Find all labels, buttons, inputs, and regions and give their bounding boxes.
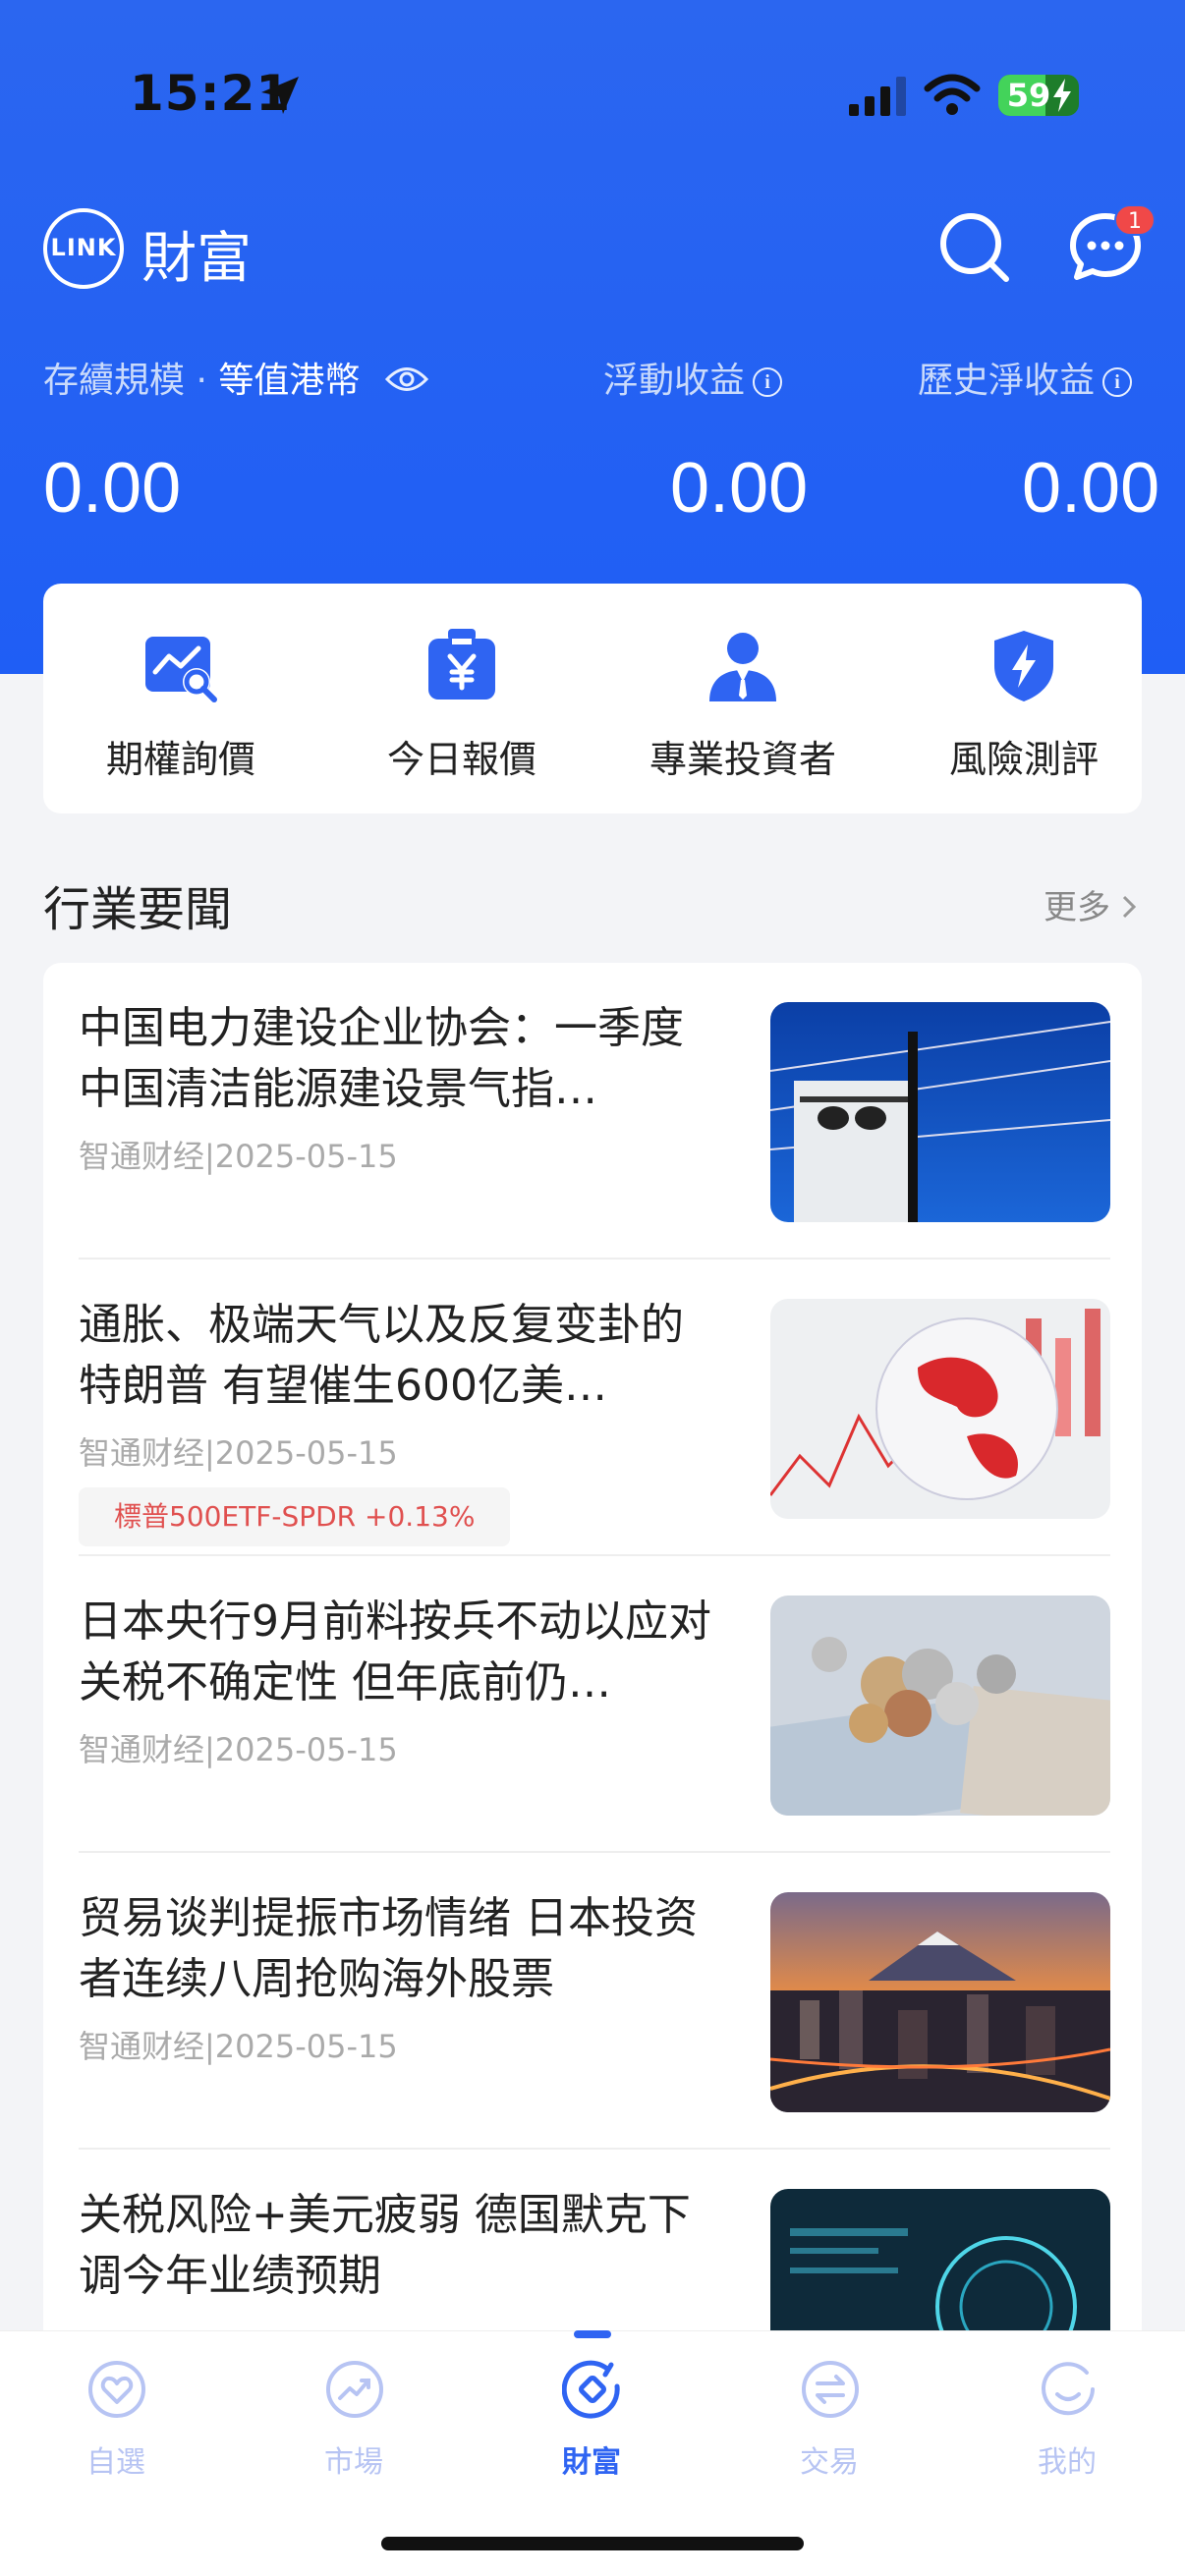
news-item[interactable]: 中国电力建设企业协会：一季度中国清洁能源建设景气指… 智通财经|2025-05-… — [79, 963, 1142, 1260]
brand-logo: LINK — [43, 208, 124, 289]
news-section-title: 行業要聞 — [43, 882, 233, 937]
charging-bolt-icon — [1053, 79, 1071, 112]
floating-pnl-label: 浮動收益 i — [603, 352, 783, 403]
globe-chart-image — [770, 1299, 1110, 1519]
yen-coins-image — [770, 1596, 1110, 1816]
news-list: 中国电力建设企业协会：一季度中国清洁能源建设景气指… 智通财经|2025-05-… — [43, 963, 1142, 2338]
home-indicator — [381, 2537, 804, 2550]
battery-percent: 59 — [1006, 77, 1051, 114]
news-item[interactable]: 关税风险+美元疲弱 德国默克下调今年业绩预期 — [79, 2150, 1142, 2338]
person-icon — [709, 633, 776, 701]
tech-interface-image — [770, 2189, 1110, 2338]
scale-label: 存續規模 · 等值港幣 — [43, 352, 428, 403]
quick-action-option-quote[interactable]: 期權詢價 — [51, 584, 297, 813]
news-title: 通胀、极端天气以及反复变卦的特朗普 有望催生600亿美… — [79, 1300, 684, 1411]
news-meta: 智通财经|2025-05-15 — [79, 1731, 398, 1768]
quick-action-risk-assessment[interactable]: 風險測評 — [894, 584, 1140, 813]
eye-icon[interactable] — [384, 364, 428, 394]
more-link[interactable]: 更多 — [1044, 880, 1137, 928]
stock-tag[interactable]: 標普500ETF-SPDR +0.13% — [79, 1487, 511, 1546]
info-icon[interactable]: i — [753, 367, 783, 397]
city-mount-fuji-image — [770, 1892, 1110, 2112]
page-title: 財富 — [141, 227, 252, 291]
chevron-right-icon — [1122, 895, 1136, 919]
news-item[interactable]: 贸易谈判提振市场情绪 日本投资者连续八周抢购海外股票 智通财经|2025-05-… — [79, 1853, 1142, 2150]
message-badge: 1 — [1114, 204, 1156, 236]
quick-actions-card: 期權詢價 今日報價 專業投資者 風險測評 — [43, 584, 1142, 813]
history-pnl-value: 0.00 — [1022, 449, 1160, 528]
news-title: 贸易谈判提振市场情绪 日本投资者连续八周抢购海外股票 — [79, 1893, 698, 2004]
tab-me[interactable]: 我的 — [988, 2331, 1146, 2489]
battery-indicator: 59 — [998, 75, 1079, 116]
news-title: 关税风险+美元疲弱 德国默克下调今年业绩预期 — [79, 2190, 691, 2301]
news-meta: 智通财经|2025-05-15 — [79, 1138, 398, 1175]
tab-watchlist[interactable]: 自選 — [37, 2331, 195, 2489]
scale-value: 0.00 — [43, 449, 182, 528]
info-icon[interactable]: i — [1102, 367, 1133, 397]
power-lines-image — [770, 1002, 1110, 1222]
currency-label[interactable]: 等值港幣 — [218, 361, 360, 401]
floating-pnl-value: 0.00 — [670, 449, 809, 528]
wifi-icon — [924, 74, 981, 115]
exchange-icon — [802, 2361, 859, 2418]
news-title: 日本央行9月前料按兵不动以应对关税不确定性 但年底前仍… — [79, 1596, 711, 1708]
quick-action-today-quote[interactable]: 今日報價 — [332, 584, 578, 813]
active-tab-indicator — [574, 2330, 611, 2338]
news-item[interactable]: 通胀、极端天气以及反复变卦的特朗普 有望催生600亿美… 智通财经|2025-0… — [79, 1260, 1142, 1556]
news-meta: 智通财经|2025-05-15 — [79, 2028, 398, 2065]
shield-bolt-icon — [994, 631, 1053, 701]
news-title: 中国电力建设企业协会：一季度中国清洁能源建设景气指… — [79, 1003, 684, 1114]
smile-icon — [1042, 2362, 1095, 2416]
news-meta: 智通财经|2025-05-15 — [79, 1434, 398, 1472]
tab-wealth[interactable]: 財富 — [513, 2331, 670, 2489]
tab-market[interactable]: 市場 — [275, 2331, 432, 2489]
heart-icon — [88, 2361, 145, 2418]
search-icon[interactable] — [937, 210, 1012, 285]
quick-action-professional-investor[interactable]: 專業投資者 — [613, 584, 859, 813]
trend-icon — [326, 2361, 383, 2418]
chart-search-icon — [145, 637, 217, 702]
wealth-icon — [562, 2360, 620, 2419]
tab-trade[interactable]: 交易 — [751, 2331, 908, 2489]
yen-badge-icon — [428, 629, 495, 700]
location-arrow-icon — [261, 77, 299, 114]
news-item[interactable]: 日本央行9月前料按兵不动以应对关税不确定性 但年底前仍… 智通财经|2025-0… — [79, 1556, 1142, 1853]
cellular-signal-icon — [849, 77, 906, 116]
history-pnl-label: 歷史淨收益 i — [918, 352, 1133, 403]
